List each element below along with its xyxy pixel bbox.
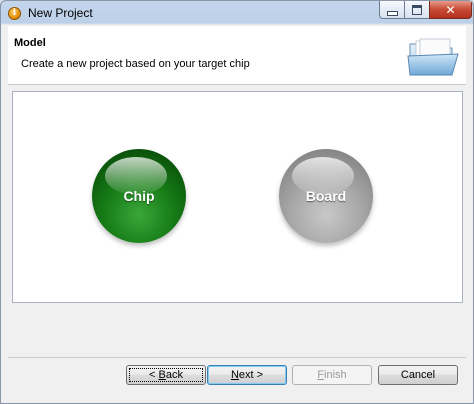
page-description: Create a new project based on your targe… (21, 58, 250, 70)
maximize-button[interactable] (404, 1, 430, 19)
folder-icon (407, 38, 459, 76)
minimize-icon (386, 10, 398, 16)
next-label-rest: ext > (238, 369, 264, 381)
back-label-rest: ack (165, 369, 183, 381)
back-mnemonic: B (158, 369, 166, 381)
minimize-button[interactable] (379, 1, 405, 19)
chip-label: Chip (123, 188, 155, 204)
model-selection-panel: Chip Board (12, 91, 463, 303)
new-project-window: i New Project ✕ Model Create a new proje… (0, 0, 474, 404)
wizard-content: Chip Board (8, 85, 466, 358)
maximize-icon (412, 4, 422, 15)
finish-button[interactable]: Finish (292, 365, 372, 385)
close-icon: ✕ (445, 2, 456, 17)
wizard-footer: < Back Next > Finish Cancel (8, 358, 466, 403)
next-button[interactable]: Next > (207, 365, 287, 385)
chip-option-button[interactable]: Chip (92, 149, 186, 243)
close-button[interactable]: ✕ (429, 1, 472, 19)
wizard-header: Model Create a new project based on your… (8, 26, 466, 85)
info-icon: i (8, 7, 21, 20)
page-title: Model (14, 37, 46, 49)
back-prefix: < (149, 369, 159, 381)
board-label: Board (305, 188, 347, 204)
board-option-button[interactable]: Board (279, 149, 373, 243)
cancel-button[interactable]: Cancel (378, 365, 458, 385)
next-mnemonic: N (230, 369, 239, 381)
window-title: New Project (28, 6, 93, 20)
title-bar[interactable]: i New Project ✕ (1, 1, 473, 26)
back-button[interactable]: < Back (126, 365, 206, 385)
finish-label-rest: inish (324, 369, 347, 381)
